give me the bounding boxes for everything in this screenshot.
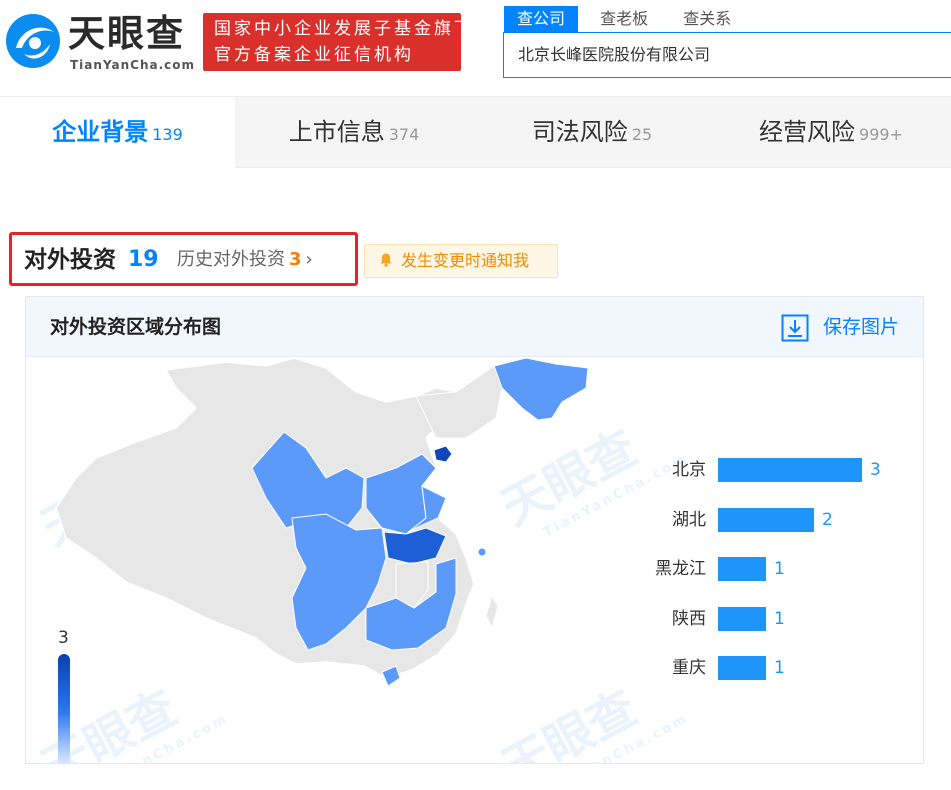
history-label: 历史对外投资 [177, 249, 285, 270]
bar[interactable] [718, 507, 814, 532]
map-area: 天眼查 TianYanCha.com 天眼查 TianYanCha.com 天眼查 T… [26, 358, 923, 764]
legend-max-value: 3 [58, 628, 69, 648]
bar[interactable] [718, 656, 766, 680]
certification-badge: 国家中小企业发展子基金旗下 官方备案企业征信机构 [203, 13, 474, 71]
main-nav-tabs: 企业背景 139 上市信息 374 司法风险 25 经营风险 999+ [0, 96, 951, 168]
card-header: 对外投资区域分布图 保存图片 [26, 297, 923, 357]
tab-label: 上市信息 [288, 118, 385, 146]
bar[interactable] [718, 458, 862, 482]
history-investment-link[interactable]: 历史对外投资 3 › [177, 247, 313, 273]
tab-label: 司法风险 [531, 118, 628, 146]
logo-subtext: TianYanCha.com [70, 58, 196, 72]
bar-value-label: 1 [774, 658, 785, 678]
history-count: 3 [289, 249, 302, 270]
bar[interactable] [718, 606, 766, 631]
card-title: 对外投资区域分布图 [50, 316, 222, 338]
page-right-gutter [926, 296, 951, 764]
section-title: 对外投资 [24, 247, 116, 273]
bar-label: 黑龙江 [655, 559, 706, 579]
bar[interactable] [718, 557, 766, 581]
tab-label: 经营风险 [759, 118, 856, 146]
tab-count: 999+ [859, 125, 903, 144]
bar-label: 北京 [672, 460, 706, 480]
investment-region-card: 对外投资区域分布图 保存图片 天眼查 TianYanCha.com 天眼查 Tian… [25, 296, 924, 764]
tab-count: 139 [152, 125, 183, 144]
save-image-label: 保存图片 [822, 316, 899, 338]
tab-listing-info[interactable]: 上市信息 374 [235, 97, 473, 168]
china-region-map[interactable] [26, 358, 646, 764]
map-beijing [433, 445, 453, 463]
tab-search-company[interactable]: 查公司 [504, 6, 579, 32]
tab-count: 374 [388, 125, 420, 144]
site-logo[interactable]: 天眼查 TianYanCha.com [4, 10, 194, 74]
bar-label: 湖北 [672, 509, 706, 530]
badge-line-1: 国家中小企业发展子基金旗下 [214, 19, 474, 39]
tab-search-boss[interactable]: 查老板 [587, 6, 661, 32]
bar-value-label: 3 [870, 460, 881, 480]
tab-judicial-risk[interactable]: 司法风险 25 [473, 97, 711, 168]
tianyancha-logo-icon [6, 14, 60, 68]
tab-operation-risk[interactable]: 经营风险 999+ [711, 97, 951, 168]
search-tabs: 查公司 查老板 查关系 [504, 6, 748, 32]
tab-search-relation[interactable]: 查关系 [670, 6, 744, 32]
bar-value-label: 2 [822, 509, 833, 530]
badge-line-2: 官方备案企业征信机构 [214, 45, 414, 65]
map-heilongjiang [493, 358, 589, 421]
logo-text: 天眼查 [68, 12, 185, 55]
tab-count: 25 [631, 125, 653, 144]
site-header: 天眼查 TianYanCha.com 国家中小企业发展子基金旗下 官方备案企业征… [0, 0, 951, 96]
bell-icon [380, 253, 392, 267]
bar-value-label: 1 [774, 608, 785, 629]
bar-label: 重庆 [672, 658, 706, 678]
save-image-button[interactable]: 保存图片 [781, 297, 899, 357]
chevron-right-icon: › [305, 249, 313, 270]
tab-label: 企业背景 [52, 118, 149, 146]
bar-value-label: 1 [774, 559, 785, 579]
notify-on-change-button[interactable]: 发生变更时通知我 [364, 244, 558, 278]
search-input[interactable]: 北京长峰医院股份有限公司 [503, 32, 951, 78]
section-count: 19 [128, 247, 159, 272]
legend-gradient-bar [58, 654, 70, 763]
notify-label: 发生变更时通知我 [401, 251, 530, 270]
bar-label: 陕西 [672, 608, 706, 629]
download-icon [781, 314, 809, 341]
tab-enterprise-background[interactable]: 企业背景 139 [0, 97, 235, 168]
